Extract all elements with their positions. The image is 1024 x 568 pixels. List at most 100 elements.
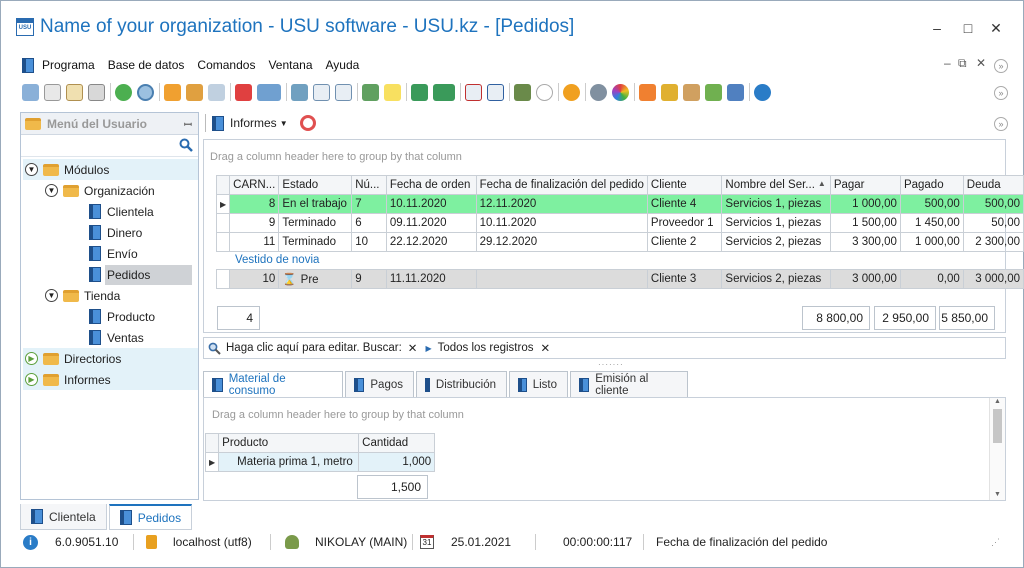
splitter-handle[interactable]: ······· [598,360,624,369]
columns-icon[interactable] [291,83,308,101]
copy-icon[interactable] [44,83,61,101]
table-cell[interactable]: Cliente 2 [646,232,723,252]
delete-icon[interactable] [88,83,105,101]
lock-icon[interactable] [661,83,678,101]
table-cell[interactable]: 12.11.2020 [475,194,648,214]
table-cell[interactable]: 3 000,00 [962,269,1024,289]
cell-producto[interactable]: Materia prima 1, metro [218,452,360,472]
table-cell[interactable]: Servicios 1, piezas [721,194,831,214]
tree-item-tienda[interactable]: ▼ Tienda [45,285,120,306]
tree-item-directorios[interactable]: ▶ Directorios [25,348,121,369]
arrow-circle-icon[interactable] [536,83,553,101]
users-icon[interactable] [683,83,700,101]
column-header-2[interactable]: Nú... [351,175,387,195]
collapse-icon[interactable]: ▼ [45,289,58,302]
table-cell[interactable]: 3 300,00 [829,232,901,252]
expand-all-icon[interactable] [335,83,352,101]
expand-icon[interactable]: ▶ [25,373,38,386]
flag-icon[interactable] [235,83,252,101]
table-cell[interactable]: 1 000,00 [829,194,901,214]
menu-programa[interactable]: Programa [42,58,95,72]
minimize-button[interactable]: – [922,16,952,40]
tab-pagos[interactable]: Pagos [345,371,414,397]
filter-edit-text[interactable]: Haga clic aquí para editar. Buscar: [226,342,402,354]
scroll-thumb[interactable] [993,409,1002,443]
column-header-6[interactable]: Nombre del Ser... ▲ [721,175,831,195]
table-row[interactable]: 9 Terminado 6 09.11.2020 10.11.2020 Proveedor… [215,213,1024,233]
table-cell[interactable]: 29.12.2020 [475,232,648,252]
table-cell[interactable]: 1 500,00 [829,213,901,233]
table-cell[interactable]: 50,00 [962,213,1024,233]
reload-icon[interactable] [115,83,132,101]
column-header-4[interactable]: Fecha de finalización del pedido [475,175,648,195]
reload-report-icon[interactable] [299,115,316,131]
reports-dropdown-button[interactable]: Informes [230,116,277,130]
search-icon[interactable] [137,83,154,101]
table-cell[interactable]: 500,00 [899,194,964,214]
menu-ayuda[interactable]: Ayuda [326,58,360,72]
toolbar-collapse-icon[interactable]: » [994,86,1008,100]
color-wheel-icon[interactable] [612,83,629,101]
sort-ascending-icon[interactable]: ▲ [818,179,826,188]
menu-comandos[interactable]: Comandos [197,58,255,72]
table-cell[interactable]: 7 [351,194,387,214]
column-header-cantidad[interactable]: Cantidad [358,433,436,453]
tab-distribucion[interactable]: Distribución [416,371,507,397]
table-cell[interactable]: Servicios 1, piezas [721,213,831,233]
tree-item-dinero[interactable]: Dinero [89,222,142,243]
table-cell[interactable]: 09.11.2020 [385,213,477,233]
scroll-down-arrow-icon[interactable]: ▼ [990,491,1005,498]
table-cell[interactable]: Servicios 2, piezas [721,232,831,252]
refresh-icon[interactable] [22,83,39,101]
collapse-all-icon[interactable] [313,83,330,101]
column-header-0[interactable]: CARN... [229,175,280,195]
column-header-producto[interactable]: Producto [218,433,360,453]
table-cell[interactable]: 500,00 [962,194,1024,214]
filter-icon[interactable] [164,83,181,101]
table-cell[interactable]: ⌛ Pre [278,269,353,289]
location-pin-icon[interactable] [563,83,580,101]
table-cell[interactable]: En el trabajo [278,194,353,214]
clear-search-button[interactable]: ✕ [408,341,418,355]
tree-item-m-dulos[interactable]: ▼ Módulos [25,159,109,180]
maximize-button[interactable]: □ [953,16,983,40]
pen-icon[interactable] [727,83,744,101]
collapse-icon[interactable]: ▼ [45,184,58,197]
resize-grip-icon[interactable]: ⋰ [991,537,1000,548]
table-cell[interactable]: Terminado [278,232,353,252]
table-cell[interactable]: Cliente 4 [646,194,723,214]
search-icon[interactable] [179,138,193,152]
table-cell[interactable]: Terminado [278,213,353,233]
tab-listo[interactable]: Listo [509,371,568,397]
tree-item-env-o[interactable]: Envío [89,243,138,264]
cell-cantidad[interactable]: 1,000 [358,452,436,472]
reports-collapse-icon[interactable]: » [994,117,1008,131]
table-cell[interactable]: Proveedor 1 [646,213,723,233]
column-header-5[interactable]: Cliente [646,175,723,195]
menu-ventana[interactable]: Ventana [268,58,312,72]
table-cell[interactable]: 1 000,00 [899,232,964,252]
table-cell[interactable]: Cliente 3 [646,269,723,289]
edit-icon[interactable] [66,83,83,101]
chevron-down-icon[interactable]: ▼ [280,119,288,128]
table-cell[interactable]: 10.11.2020 [475,213,648,233]
mdi-close-button[interactable]: ✕ [976,56,986,70]
table-cell[interactable]: 11 [229,232,280,252]
exit-icon[interactable] [514,83,531,101]
column-header-8[interactable]: Pagado [899,175,964,195]
add-row-icon[interactable] [362,83,379,101]
tree-item-clientela[interactable]: Clientela [89,201,154,222]
table-cell[interactable]: 9 [351,269,387,289]
table-row[interactable]: ▶ 8 En el trabajo 7 10.11.2020 12.11.2020 Clie… [215,194,1024,214]
table-cell[interactable]: 3 000,00 [829,269,901,289]
window-tab-clientela[interactable]: Clientela [20,504,107,530]
table-cell[interactable]: 11.11.2020 [385,269,477,289]
expand-icon[interactable]: ▶ [25,352,38,365]
all-records-filter[interactable]: Todos los registros [438,342,534,354]
tree-item-informes[interactable]: ▶ Informes [25,369,111,390]
filter-bar[interactable]: Haga clic aquí para editar. Buscar: ✕ ▶ … [203,337,1006,359]
table-cell[interactable]: 6 [351,213,387,233]
table-cell[interactable]: 2 300,00 [962,232,1024,252]
table-cell[interactable]: Servicios 2, piezas [721,269,831,289]
rss-icon[interactable] [639,83,656,101]
